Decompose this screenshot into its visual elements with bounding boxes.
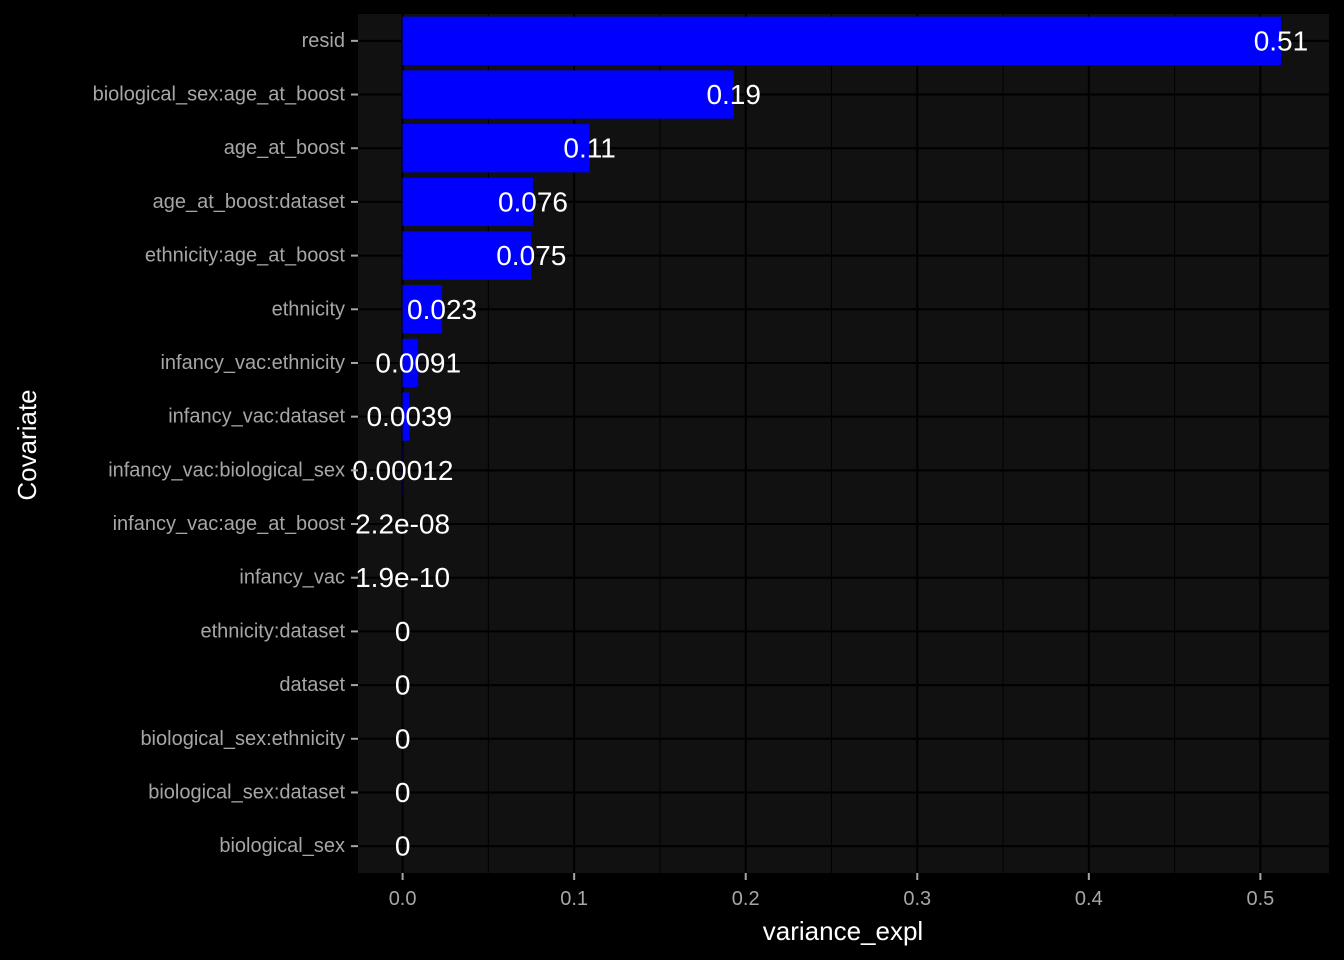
y-tick-label: age_at_boost: [224, 137, 346, 159]
value-label: 0: [395, 777, 411, 808]
x-tick-label: 0.5: [1246, 888, 1274, 910]
y-tick-label: infancy_vac:age_at_boost: [113, 513, 346, 535]
y-axis: resid biological_sex:age_at_boost age_at_b…: [93, 30, 358, 857]
bar: [402, 70, 734, 119]
value-label: 0.0039: [366, 401, 452, 432]
value-label: 0.11: [563, 133, 615, 164]
x-axis-title: variance_expl: [763, 916, 923, 946]
x-tick-label: 0.1: [560, 888, 588, 910]
x-tick-label: 0.4: [1075, 888, 1103, 910]
value-label: 0.0091: [375, 347, 461, 378]
y-tick-label: biological_sex:age_at_boost: [93, 84, 346, 106]
y-tick-label: biological_sex:dataset: [148, 781, 345, 803]
y-tick-label: infancy_vac:biological_sex: [108, 459, 345, 481]
y-tick-label: biological_sex: [219, 835, 345, 857]
y-tick-label: infancy_vac:ethnicity: [160, 352, 345, 374]
x-tick-label: 0.2: [732, 888, 760, 910]
bar: [402, 16, 1281, 66]
y-tick-label: ethnicity: [272, 298, 345, 320]
value-label: 0.076: [498, 186, 568, 217]
variance-explained-chart: 0.51 0.19 0.11 0.076 0.075 0.023 0.0091 0.0039 0…: [12, 14, 1329, 946]
y-axis-title: Covariate: [12, 389, 42, 500]
value-label: 2.2e-08: [355, 509, 450, 540]
value-label: 0.023: [407, 294, 477, 325]
bar: [402, 124, 590, 173]
value-label: 0.00012: [352, 455, 453, 486]
y-tick-label: dataset: [279, 674, 345, 696]
value-label: 0: [395, 831, 411, 862]
value-label: 0: [395, 670, 411, 701]
x-tick-label: 0.0: [389, 888, 417, 910]
x-tick-label: 0.3: [903, 888, 931, 910]
value-label: 0: [395, 723, 411, 754]
value-label: 1.9e-10: [355, 562, 450, 593]
value-label: 0.51: [1254, 25, 1309, 56]
value-label: 0.19: [706, 79, 761, 110]
value-label: 0.075: [496, 240, 566, 271]
y-tick-label: infancy_vac:dataset: [168, 406, 345, 428]
x-axis: 0.0 0.1 0.2 0.3 0.4 0.5: [389, 873, 1274, 910]
value-label: 0: [395, 616, 411, 647]
y-tick-label: ethnicity:age_at_boost: [145, 245, 346, 267]
y-tick-label: age_at_boost:dataset: [153, 191, 346, 213]
y-tick-label: infancy_vac: [239, 567, 345, 589]
y-tick-label: biological_sex:ethnicity: [140, 728, 345, 750]
y-tick-label: ethnicity:dataset: [200, 620, 345, 642]
y-tick-label: resid: [302, 30, 345, 52]
